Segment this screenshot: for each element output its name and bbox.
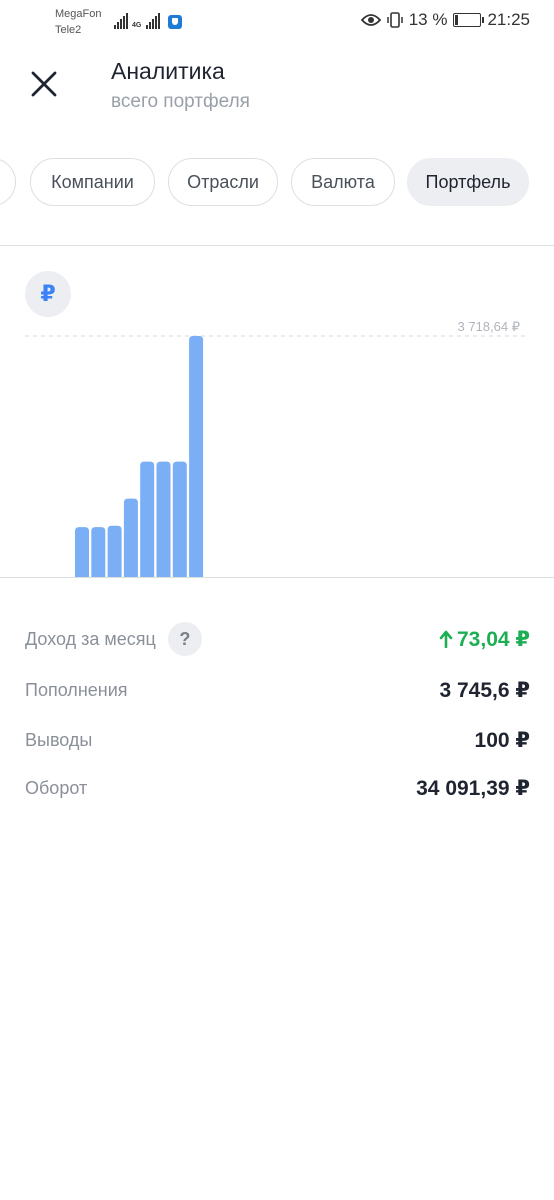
withdrawals-value: 100 ₽	[474, 728, 530, 752]
bars-group	[75, 336, 204, 577]
status-bar: MegaFon Tele2 4G 13 % 21:25	[0, 0, 554, 44]
withdrawals-label: Выводы	[25, 729, 93, 750]
carrier-info: MegaFon Tele2	[55, 6, 101, 38]
signal-icon	[114, 13, 128, 29]
tab-sectors[interactable]: Отрасли	[168, 158, 278, 206]
tab-companies-label: Компании	[51, 171, 134, 192]
eye-icon	[360, 14, 381, 26]
deposits-label: Пополнения	[25, 679, 128, 700]
status-right: 13 % 21:25	[360, 10, 530, 30]
carrier-name-1: MegaFon	[55, 8, 102, 20]
page-subtitle: всего портфеля	[111, 91, 250, 112]
clock: 21:25	[487, 10, 530, 29]
stat-turnover: Оборот 34 091,39 ₽	[25, 770, 530, 806]
tab-portfolio[interactable]: Портфель	[407, 158, 529, 206]
close-button[interactable]	[26, 66, 62, 102]
page-title: Аналитика	[111, 58, 225, 84]
turnover-value: 34 091,39 ₽	[416, 776, 530, 800]
battery-percent: 13 %	[408, 10, 448, 29]
stat-deposits: Пополнения 3 745,6 ₽	[25, 672, 530, 708]
chart-baseline	[0, 577, 554, 578]
tab-sectors-label: Отрасли	[187, 171, 259, 192]
network-type: 4G	[132, 22, 142, 29]
chart-bar	[172, 461, 187, 577]
income-value: 73,04 ₽	[457, 627, 530, 651]
tab-companies[interactable]: Компании	[30, 158, 155, 206]
max-value-label: 3 718,64 ₽	[458, 319, 521, 334]
deposits-value: 3 745,6 ₽	[439, 678, 530, 702]
chart-bar	[123, 498, 138, 577]
tab-hidden-left[interactable]	[0, 158, 16, 206]
tab-bar: Компании Отрасли Валюта Портфель	[0, 158, 554, 208]
stat-income: Доход за месяц ? 73,04 ₽	[25, 621, 530, 657]
chart-bar	[189, 336, 204, 577]
income-label-group: Доход за месяц ?	[25, 622, 202, 656]
chart-bar	[75, 527, 89, 577]
close-icon	[31, 71, 57, 97]
chart-bar	[91, 527, 106, 577]
tabs-divider	[0, 245, 554, 246]
tab-currency[interactable]: Валюта	[291, 158, 395, 206]
chart-bar	[140, 461, 155, 577]
income-label: Доход за месяц	[25, 628, 156, 649]
turnover-label: Оборот	[25, 777, 88, 798]
help-button[interactable]: ?	[167, 622, 202, 656]
signal-indicators: 4G	[114, 11, 183, 29]
vibrate-icon	[386, 12, 403, 28]
portfolio-chart: 3 718,64 ₽	[25, 319, 528, 577]
carrier-name-2: Tele2	[55, 24, 82, 36]
stat-withdrawals: Выводы 100 ₽	[25, 722, 530, 758]
arrow-up-icon	[439, 630, 453, 648]
chart-bar	[107, 525, 122, 577]
income-value-group: 73,04 ₽	[439, 627, 530, 652]
battery-icon	[453, 13, 485, 27]
signal-icon-2	[146, 13, 161, 29]
vpn-icon	[168, 15, 183, 29]
tab-currency-label: Валюта	[311, 171, 375, 192]
chart-bar	[156, 461, 171, 577]
tab-portfolio-label: Портфель	[425, 171, 511, 192]
